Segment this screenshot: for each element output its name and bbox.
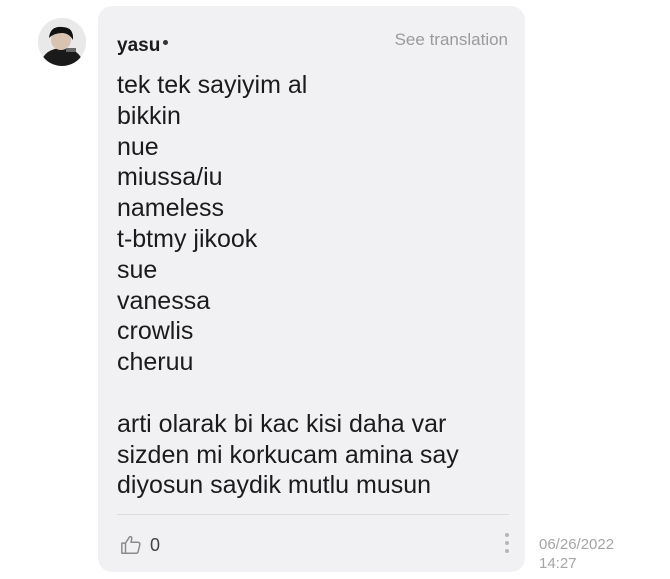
comment-body: tek tek sayiyim al bikkin nue miussa/iu … xyxy=(117,70,512,501)
divider xyxy=(117,514,509,515)
like-count: 0 xyxy=(150,534,161,555)
more-vertical-icon[interactable] xyxy=(503,533,511,557)
timestamp-date: 06/26/2022 xyxy=(539,536,615,553)
online-dot xyxy=(163,40,169,45)
avatar[interactable] xyxy=(38,18,86,66)
username-text: yasu xyxy=(117,35,161,56)
comment-page: yasu See translation tek tek sayiyim al … xyxy=(0,0,670,579)
comment-line: nue xyxy=(117,132,159,161)
thumbs-up-icon xyxy=(121,535,141,554)
comment-line: cheruu xyxy=(117,348,194,377)
avatar-image xyxy=(38,18,86,66)
comment-line: bikkin xyxy=(117,101,181,130)
comment-line: miussa/iu xyxy=(117,163,223,192)
comment-line: t-btmy jikook xyxy=(117,224,258,253)
comment-line: nameless xyxy=(117,194,224,223)
comment-line: crowlis xyxy=(117,317,194,346)
like-button[interactable]: 0 xyxy=(120,534,160,556)
comment-line: arti olarak bi kac kisi daha var xyxy=(117,409,447,438)
comment-line: tek tek sayiyim al xyxy=(117,71,308,99)
comment-line: vanessa xyxy=(117,286,211,315)
timestamp: 06/26/2022 14:27 xyxy=(539,535,649,573)
comment-line: sizden mi korkucam amina say xyxy=(117,440,459,469)
timestamp-time: 14:27 xyxy=(539,555,577,572)
comment-line: sue xyxy=(117,255,158,284)
comment-bubble: yasu See translation tek tek sayiyim al … xyxy=(98,6,525,572)
see-translation-link[interactable]: See translation xyxy=(395,30,508,50)
username[interactable]: yasu xyxy=(117,35,169,57)
comment-line: diyosun saydik mutlu musun xyxy=(117,471,432,500)
